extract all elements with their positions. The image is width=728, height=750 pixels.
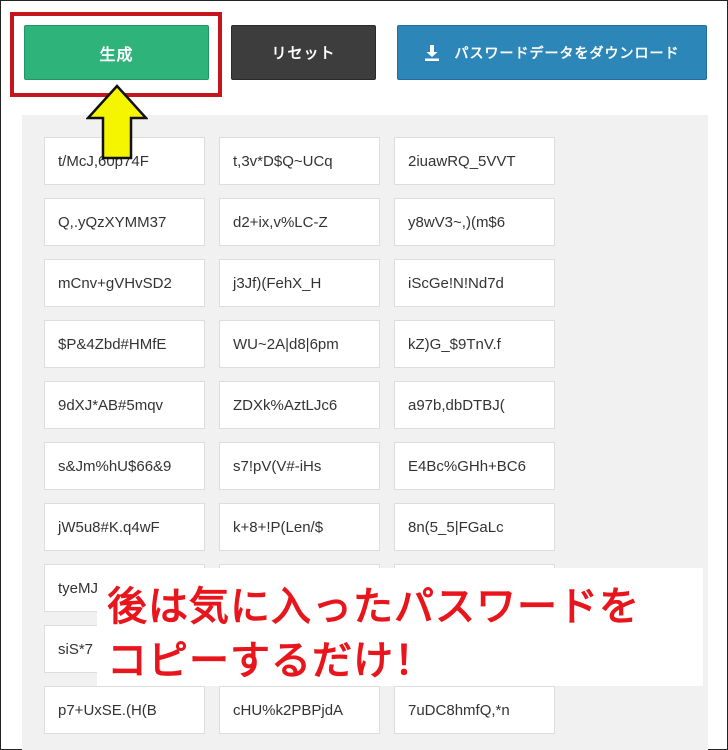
password-cell[interactable]: t,3v*D$Q~UCq [219,137,380,185]
generate-button[interactable]: 生成 [24,25,209,80]
password-cell[interactable]: p7+UxSE.(H(B [44,686,205,734]
password-cell[interactable]: $P&4Zbd#HMfE [44,320,205,368]
password-cell[interactable]: mCnv+gVHvSD2 [44,259,205,307]
annotation-line-1: 後は気に入ったパスワードを [107,584,640,630]
reset-button-label: リセット [271,44,336,62]
reset-button[interactable]: リセット [231,25,376,80]
password-cell[interactable]: ZDXk%AztLJc6 [219,381,380,429]
arrow-up-icon [86,84,148,160]
download-button[interactable]: パスワードデータをダウンロード [397,25,707,80]
password-cell[interactable]: Q,.yQzXYMM37 [44,198,205,246]
password-cell[interactable]: WU~2A|d8|6pm [219,320,380,368]
password-cell[interactable]: d2+ix,v%LC-Z [219,198,380,246]
password-cell[interactable]: k+8+!P(Len/$ [219,503,380,551]
password-cell[interactable]: cHU%k2PBPjdA [219,686,380,734]
password-cell[interactable]: jW5u8#K.q4wF [44,503,205,551]
password-cell[interactable]: 2iuawRQ_5VVT [394,137,555,185]
password-cell[interactable]: iScGe!N!Nd7d [394,259,555,307]
password-cell[interactable]: 9dXJ*AB#5mqv [44,381,205,429]
annotation-overlay: 後は気に入ったパスワードを コピーするだけ！ [97,568,703,686]
password-cell[interactable]: a97b,dbDTBJ( [394,381,555,429]
password-cell[interactable]: E4Bc%GHh+BC6 [394,442,555,490]
download-button-label: パスワードデータをダウンロード [454,45,680,62]
annotation-line-2: コピーするだけ！ [107,638,435,684]
password-cell[interactable]: j3Jf)(FehX_H [219,259,380,307]
download-icon [424,44,439,61]
password-cell[interactable]: 7uDC8hmfQ,*n [394,686,555,734]
password-cell[interactable]: 8n(5_5|FGaLc [394,503,555,551]
password-cell[interactable]: s7!pV(V#-iHs [219,442,380,490]
generate-button-label: 生成 [99,44,134,64]
password-cell[interactable]: y8wV3~,)(m$6 [394,198,555,246]
password-cell[interactable]: s&Jm%hU$66&9 [44,442,205,490]
password-cell[interactable]: kZ)G_$9TnV.f [394,320,555,368]
